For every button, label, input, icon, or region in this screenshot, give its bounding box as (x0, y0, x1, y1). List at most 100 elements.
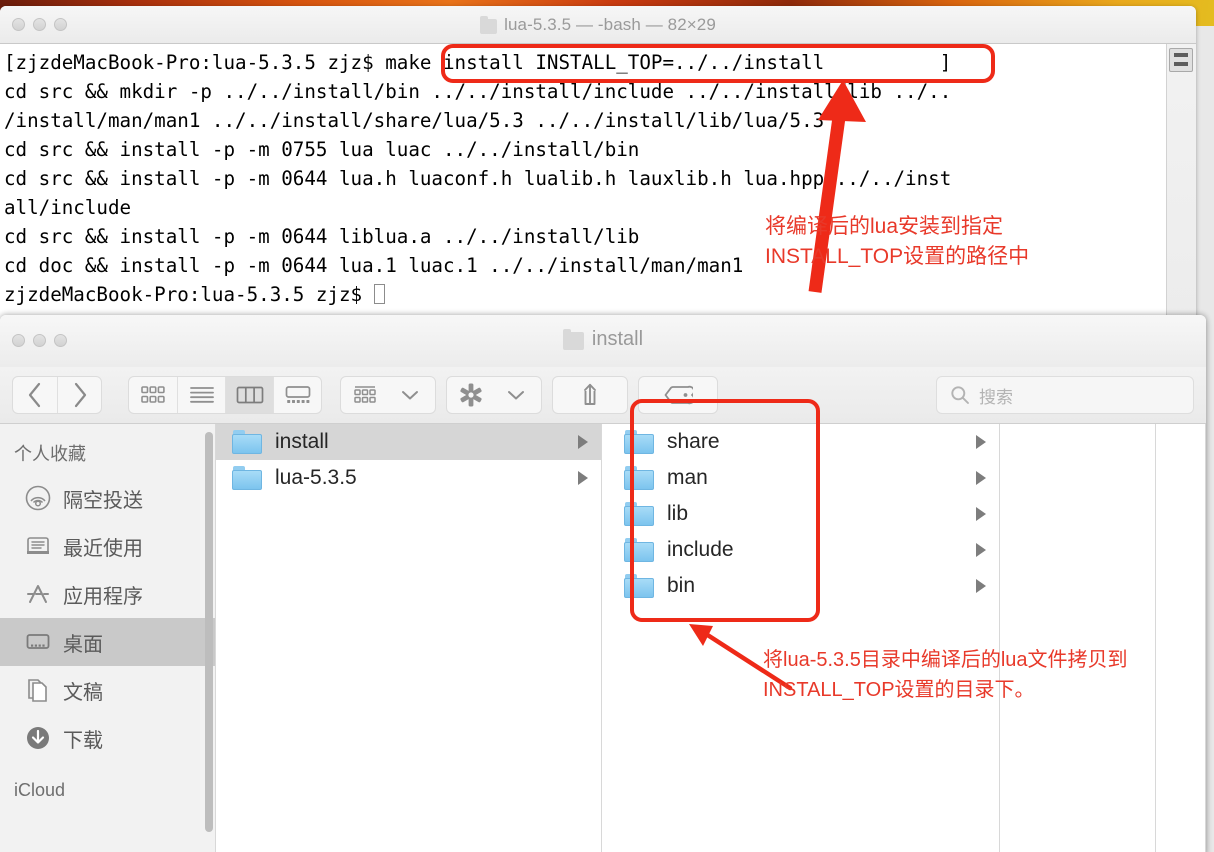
disclosure-triangle-icon[interactable] (976, 579, 986, 593)
back-button[interactable] (13, 377, 57, 413)
navigation-buttons[interactable] (12, 376, 102, 414)
sidebar-item-documents[interactable]: 文稿 (0, 666, 215, 714)
gear-icon-wrap[interactable] (447, 377, 495, 413)
disclosure-triangle-icon[interactable] (976, 507, 986, 521)
sidebar-item-label: 最近使用 (63, 537, 143, 560)
sidebar-scrollbar[interactable] (205, 432, 213, 832)
sidebar-item-airdrop[interactable]: 隔空投送 (0, 474, 215, 522)
folder-icon (624, 574, 654, 598)
file-row-bin[interactable]: bin (602, 568, 999, 604)
file-row-label: lua-5.3.5 (275, 466, 357, 489)
file-row-man[interactable]: man (602, 460, 999, 496)
share-button[interactable] (552, 376, 628, 414)
recents-icon (24, 532, 52, 560)
terminal-window[interactable]: lua-5.3.5 — -bash — 82×29 [zjzdeMacBook-… (0, 6, 1196, 322)
search-icon (951, 386, 969, 404)
folder-icon (624, 466, 654, 490)
disclosure-triangle-icon[interactable] (976, 543, 986, 557)
folder-icon (232, 466, 262, 490)
file-row-label: lib (667, 502, 689, 525)
sidebar-section-favorites-header: 个人收藏 (14, 444, 86, 464)
disclosure-triangle-icon[interactable] (976, 435, 986, 449)
folder-icon (480, 15, 498, 34)
sidebar-item-label: 桌面 (63, 633, 103, 656)
chevron-down-icon (508, 391, 524, 400)
column-view-button[interactable] (225, 377, 273, 413)
disclosure-triangle-icon[interactable] (578, 471, 588, 485)
disclosure-triangle-icon[interactable] (976, 471, 986, 485)
icon-view-icon (141, 386, 165, 403)
finder-annotation-note: 将lua-5.3.5目录中编译后的lua文件拷贝到INSTALL_TOP设置的目… (763, 649, 1128, 701)
finder-column-4[interactable] (1156, 424, 1206, 852)
applications-icon (24, 580, 52, 608)
chevron-down-icon (402, 391, 418, 400)
view-mode-group[interactable] (128, 376, 322, 414)
finder-sidebar[interactable]: 个人收藏 隔空投送 最近使用 应用程序 桌面 文稿 下载 iCloud (0, 424, 216, 852)
documents-icon (24, 676, 52, 704)
forward-button[interactable] (57, 377, 101, 413)
terminal-title-text: lua-5.3.5 — -bash — 82×29 (504, 15, 716, 34)
column-view-icon (236, 386, 263, 404)
arrange-icon-wrap[interactable] (341, 377, 389, 413)
finder-content: 个人收藏 隔空投送 最近使用 应用程序 桌面 文稿 下载 iCloud inst… (0, 424, 1206, 852)
folder-icon (624, 430, 654, 454)
terminal-annotation-note: 将编译后的lua安装到指定INSTALL_TOP设置的路径中 (765, 215, 1030, 268)
sidebar-item-downloads[interactable]: 下载 (0, 714, 215, 762)
sidebar-section-icloud-header: iCloud (14, 780, 66, 800)
sidebar-item-label: 文稿 (63, 681, 103, 704)
file-row-share[interactable]: share (602, 424, 999, 460)
file-row-label: include (667, 538, 734, 561)
file-row-lua-535[interactable]: lua-5.3.5 (216, 460, 601, 496)
terminal-scrollbar[interactable] (1166, 44, 1196, 322)
list-view-button[interactable] (177, 377, 225, 413)
terminal-scrollbar-thumb[interactable] (1169, 48, 1193, 72)
chevron-left-icon (28, 382, 41, 408)
file-row-lib[interactable]: lib (602, 496, 999, 532)
folder-icon (624, 538, 654, 562)
sidebar-item-recents[interactable]: 最近使用 (0, 522, 215, 570)
tags-button[interactable] (638, 376, 718, 414)
sidebar-item-label: 应用程序 (63, 585, 143, 608)
search-field[interactable]: 搜索 (936, 376, 1194, 414)
chevron-right-icon (74, 382, 86, 408)
terminal-prompt: zjzdeMacBook-Pro:lua-5.3.5 zjz$ (4, 283, 374, 306)
file-row-install[interactable]: install (216, 424, 601, 460)
finder-column-1[interactable]: install lua-5.3.5 (216, 424, 602, 852)
folder-icon (232, 430, 262, 454)
disclosure-triangle-icon[interactable] (578, 435, 588, 449)
tag-icon (664, 385, 693, 405)
terminal-titlebar[interactable]: lua-5.3.5 — -bash — 82×29 (0, 6, 1196, 44)
arrange-dropdown-arrow[interactable] (389, 377, 431, 413)
file-row-label: man (667, 466, 708, 489)
sidebar-item-desktop[interactable]: 桌面 (0, 618, 215, 666)
icon-view-button[interactable] (129, 377, 177, 413)
finder-column-3[interactable] (1000, 424, 1156, 852)
arrange-button[interactable] (340, 376, 436, 414)
finder-column-2[interactable]: share man lib include bin (602, 424, 1000, 852)
file-row-include[interactable]: include (602, 532, 999, 568)
tag-icon-wrap[interactable] (639, 377, 717, 413)
folder-icon (624, 502, 654, 526)
file-row-label: share (667, 430, 720, 453)
finder-title-label: install (0, 328, 1206, 351)
sidebar-item-applications[interactable]: 应用程序 (0, 570, 215, 618)
action-button[interactable] (446, 376, 542, 414)
folder-icon (562, 328, 584, 350)
terminal-title-bar-label: lua-5.3.5 — -bash — 82×29 (0, 15, 1196, 35)
gallery-view-button[interactable] (273, 377, 321, 413)
terminal-body[interactable]: [zjzdeMacBook-Pro:lua-5.3.5 zjz$ make in… (0, 44, 1196, 322)
share-icon-wrap[interactable] (553, 377, 627, 413)
sidebar-item-label: 隔空投送 (63, 489, 143, 512)
search-placeholder[interactable]: 搜索 (979, 383, 1013, 408)
arrange-grid-icon (354, 386, 376, 403)
file-row-label: bin (667, 574, 696, 597)
downloads-icon (24, 724, 52, 752)
desktop-icon (24, 628, 52, 656)
finder-toolbar[interactable]: 搜索 (0, 367, 1206, 424)
sidebar-item-label: 下载 (63, 729, 103, 752)
action-dropdown-arrow[interactable] (495, 377, 537, 413)
list-view-icon (189, 387, 214, 403)
finder-titlebar[interactable]: install (0, 315, 1206, 367)
finder-window[interactable]: install 搜索 个人收藏 隔空投送 最近使用 应用程序 桌面 文稿 下载 … (0, 315, 1206, 852)
gallery-view-icon (285, 386, 310, 403)
